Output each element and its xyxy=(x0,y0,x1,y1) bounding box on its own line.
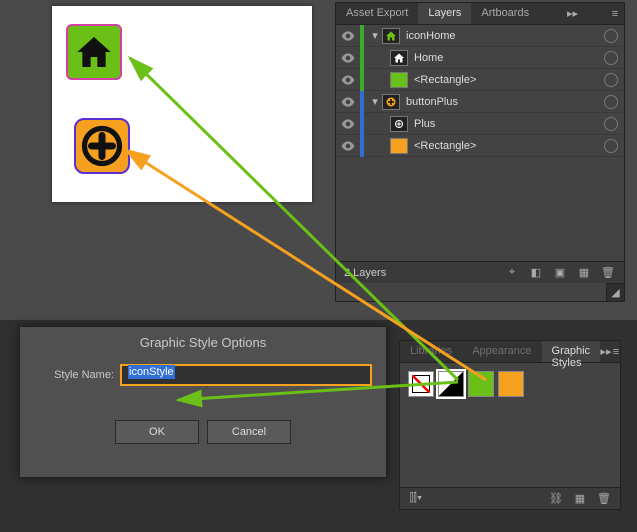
cancel-button[interactable]: Cancel xyxy=(207,420,291,444)
visibility-toggle[interactable] xyxy=(336,119,360,129)
layer-color-bar xyxy=(360,25,364,47)
layer-rows: ▾ iconHome Home <Rectangle> ▾ xyxy=(336,25,624,157)
layer-label[interactable]: buttonPlus xyxy=(400,96,600,108)
graphic-styles-tabs: Libraries Appearance Graphic Styles ▸▸ ≡ xyxy=(400,341,620,363)
layer-thumbnail xyxy=(390,72,408,88)
new-sublayer-icon[interactable]: ▣ xyxy=(552,265,568,281)
layer-count-label: 2 Layers xyxy=(344,267,386,279)
tab-layers[interactable]: Layers xyxy=(418,3,471,24)
layer-row[interactable]: ▾ buttonPlus xyxy=(336,91,624,113)
layers-panel-tabs: Asset Export Layers Artboards ▸▸ ≡ xyxy=(336,3,624,25)
twisty-down-icon[interactable]: ▾ xyxy=(368,95,382,108)
layer-row[interactable]: <Rectangle> xyxy=(336,69,624,91)
layer-label[interactable]: <Rectangle> xyxy=(408,140,600,152)
tab-graphic-styles[interactable]: Graphic Styles xyxy=(542,341,601,362)
target-icon[interactable] xyxy=(604,95,618,109)
graphic-style-swatches xyxy=(400,363,620,405)
flyout-double-arrow-icon[interactable]: ▸▸ xyxy=(560,3,586,24)
dialog-title: Graphic Style Options xyxy=(20,327,386,364)
style-swatch-default[interactable] xyxy=(438,371,464,397)
layer-row[interactable]: Plus xyxy=(336,113,624,135)
new-style-icon[interactable]: ▦ xyxy=(572,491,588,507)
layers-panel-footer: 2 Layers ⌖ ◧ ▣ ▦ 🗑 xyxy=(336,261,624,283)
layer-thumbnail xyxy=(390,116,408,132)
delete-icon[interactable]: 🗑 xyxy=(596,491,612,507)
layer-thumbnail xyxy=(382,94,400,110)
graphic-style-options-dialog: Graphic Style Options Style Name: iconSt… xyxy=(19,326,387,478)
tab-asset-export[interactable]: Asset Export xyxy=(336,3,418,24)
visibility-toggle[interactable] xyxy=(336,53,360,63)
layer-label[interactable]: <Rectangle> xyxy=(408,74,600,86)
make-clipping-mask-icon[interactable]: ◧ xyxy=(528,265,544,281)
art-object-buttonplus[interactable] xyxy=(74,118,130,174)
style-name-input[interactable]: iconStyle xyxy=(120,364,372,386)
layer-thumbnail xyxy=(390,50,408,66)
layer-color-bar xyxy=(360,69,364,91)
layer-color-bar xyxy=(360,47,364,69)
flyout-double-arrow-icon[interactable]: ▸▸ xyxy=(600,341,612,362)
layer-color-bar xyxy=(360,135,364,157)
style-swatch-iconstyle-green[interactable] xyxy=(468,371,494,397)
graphic-styles-panel: Libraries Appearance Graphic Styles ▸▸ ≡… xyxy=(399,340,621,510)
home-icon xyxy=(74,32,114,72)
delete-icon[interactable]: 🗑 xyxy=(600,265,616,281)
visibility-toggle[interactable] xyxy=(336,31,360,41)
twisty-down-icon[interactable]: ▾ xyxy=(368,29,382,42)
locate-object-icon[interactable]: ⌖ xyxy=(504,265,520,281)
layers-panel: Asset Export Layers Artboards ▸▸ ≡ ▾ ico… xyxy=(335,2,625,302)
visibility-toggle[interactable] xyxy=(336,141,360,151)
tab-appearance[interactable]: Appearance xyxy=(462,341,541,362)
panel-menu-icon[interactable]: ≡ xyxy=(606,3,624,24)
break-link-icon[interactable]: ⛓ xyxy=(548,491,564,507)
tab-libraries[interactable]: Libraries xyxy=(400,341,462,362)
layer-color-bar xyxy=(360,91,364,113)
art-object-iconhome[interactable] xyxy=(66,24,122,80)
layer-color-bar xyxy=(360,113,364,135)
target-icon[interactable] xyxy=(604,51,618,65)
graphic-styles-footer: ⫿⫿▾ ⛓ ▦ 🗑 xyxy=(400,487,620,509)
target-icon[interactable] xyxy=(604,73,618,87)
visibility-toggle[interactable] xyxy=(336,97,360,107)
target-icon[interactable] xyxy=(604,139,618,153)
target-icon[interactable] xyxy=(604,29,618,43)
ok-button[interactable]: OK xyxy=(115,420,199,444)
layer-thumbnail xyxy=(382,28,400,44)
new-layer-icon[interactable]: ▦ xyxy=(576,265,592,281)
layer-label[interactable]: iconHome xyxy=(400,30,600,42)
plus-circle-icon xyxy=(81,125,123,167)
layer-row[interactable]: ▾ iconHome xyxy=(336,25,624,47)
style-name-label: Style Name: xyxy=(34,369,120,381)
panel-menu-icon[interactable]: ≡ xyxy=(612,341,620,362)
style-swatch-iconstyle-orange[interactable] xyxy=(498,371,524,397)
libraries-menu-icon[interactable]: ⫿⫿▾ xyxy=(408,491,424,507)
layer-row[interactable]: Home xyxy=(336,47,624,69)
layer-label[interactable]: Home xyxy=(408,52,600,64)
resize-corner-icon[interactable]: ◢ xyxy=(606,283,624,301)
layer-row[interactable]: <Rectangle> xyxy=(336,135,624,157)
visibility-toggle[interactable] xyxy=(336,75,360,85)
layer-thumbnail xyxy=(390,138,408,154)
style-swatch-none[interactable] xyxy=(408,371,434,397)
layer-label[interactable]: Plus xyxy=(408,118,600,130)
tab-artboards[interactable]: Artboards xyxy=(471,3,539,24)
artboard-canvas xyxy=(52,6,312,202)
target-icon[interactable] xyxy=(604,117,618,131)
style-name-value: iconStyle xyxy=(128,365,175,379)
